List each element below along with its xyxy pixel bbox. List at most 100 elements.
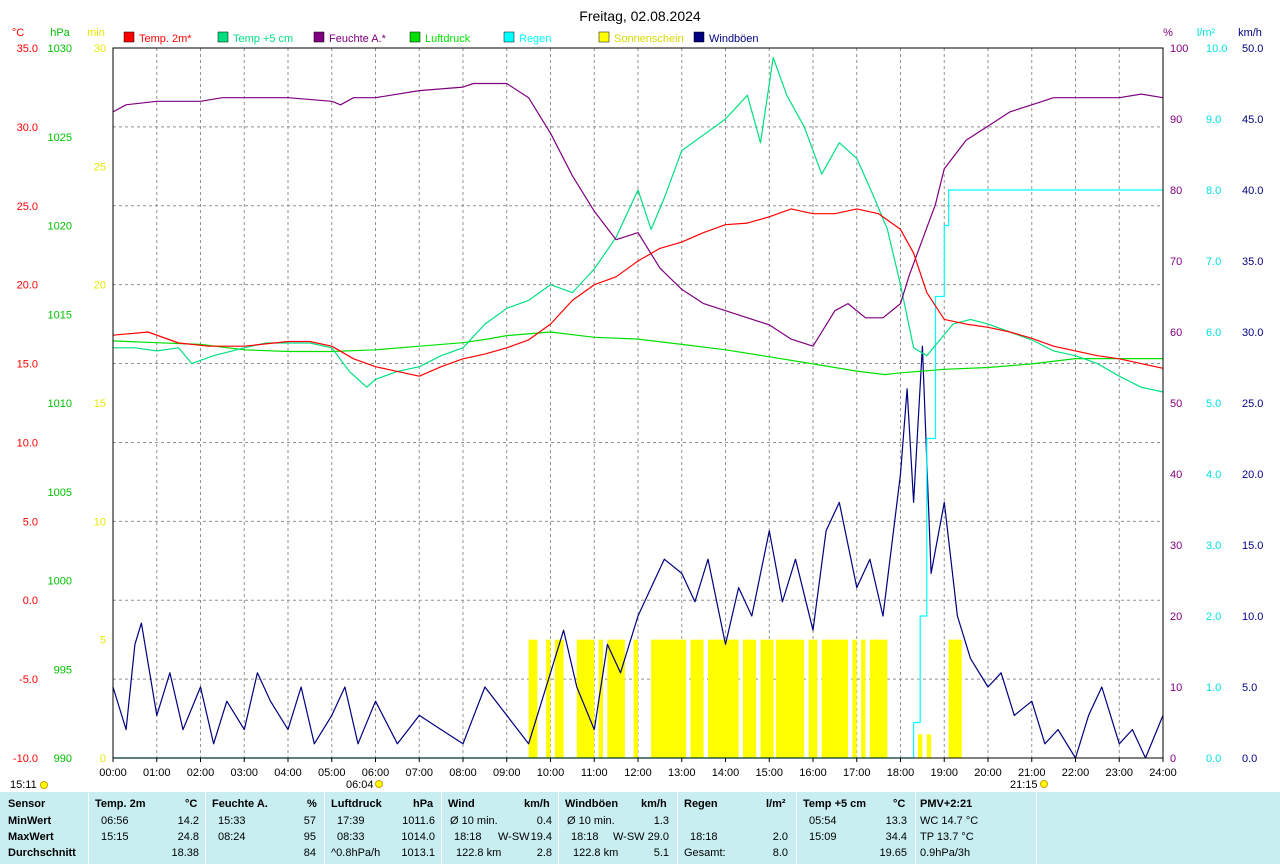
temp2m-max-value: 24.8 <box>177 831 199 843</box>
boeen-max-value: 29.0 <box>647 831 669 843</box>
x-tick-label: 21:00 <box>1018 767 1046 779</box>
tick-label-pressure: 1005 <box>48 487 72 499</box>
footer-col-pmv: PMV+2:21 WC 14.7 °C TP 13.7 °C 0.9hPa/3h <box>916 792 1036 864</box>
tick-label-sun: 30 <box>94 43 106 55</box>
boeen-max-direction: W-SW <box>613 831 645 843</box>
tick-label-humidity: 70 <box>1170 256 1182 268</box>
sunshine-bar <box>821 639 848 758</box>
luftdruck-min-value: 1011.6 <box>402 815 435 827</box>
tick-label-wind: 0.0 <box>1242 753 1257 765</box>
x-tick-label: 12:00 <box>624 767 652 779</box>
wind-max-direction: W-SW <box>498 831 530 843</box>
tick-label-wind: 40.0 <box>1242 185 1263 197</box>
feuchte-unit: % <box>307 798 317 810</box>
tick-label-temp: 35.0 <box>17 43 38 55</box>
sunshine-bar <box>926 734 932 758</box>
pmv-header: PMV+2:21 <box>920 798 973 810</box>
tick-label-pressure: 1020 <box>48 221 72 233</box>
boeen-distance: 122.8 km <box>573 847 619 859</box>
tick-label-temp: 5.0 <box>23 516 38 528</box>
row-label-avg: Durchschnitt <box>8 847 76 859</box>
sunshine-bar <box>775 639 805 758</box>
weather-chart: °C 35.0 30.0 25.0 20.0 15.0 10.0 5.0 0.0 -5.0 -10.… <box>10 8 1263 791</box>
wind-max-value: 19.4 <box>530 831 552 843</box>
luftdruck-unit: hPa <box>413 798 434 810</box>
luftdruck-trend: ^0.8hPa/h <box>331 847 381 859</box>
temp5-min-value: 13.3 <box>885 815 907 827</box>
footer-col-sensor: Sensor MinWert MaxWert Durchschnitt <box>0 792 88 864</box>
temp5-max-time: 15:09 <box>809 831 837 843</box>
wind-unit: km/h <box>524 798 550 810</box>
luftdruck-min-time: 17:39 <box>337 815 365 827</box>
regen-total-label: Gesamt: <box>684 847 726 859</box>
legend-swatch <box>503 31 515 43</box>
footer-col-luftdruck: Luftdruck hPa 17:39 1011.6 08:33 1014.0 … <box>325 792 441 864</box>
x-tick-label: 18:00 <box>887 767 915 779</box>
pmv-dewpoint: TP 13.7 °C <box>920 831 974 843</box>
legend-label: Sonnenschein <box>614 33 684 45</box>
legend-label: Regen <box>519 33 551 45</box>
x-tick-label: 02:00 <box>187 767 215 779</box>
wind-header: Wind <box>448 798 475 810</box>
legend-label: Feuchte A.* <box>329 33 387 45</box>
sunshine-bar <box>808 639 818 758</box>
sunshine-bar <box>708 639 739 758</box>
x-tick-label: 09:00 <box>493 767 521 779</box>
axis-unit-humidity: % <box>1163 27 1173 39</box>
tick-label-rain: 4.0 <box>1206 469 1221 481</box>
axis-unit-wind: km/h <box>1238 27 1262 39</box>
x-tick-label: 16:00 <box>799 767 827 779</box>
sun-icon <box>40 781 48 789</box>
boeen-max-time: 18:18 <box>571 831 599 843</box>
sunshine-bar <box>861 639 866 758</box>
tick-label-temp: -5.0 <box>19 674 38 686</box>
temp5-max-value: 34.4 <box>885 831 907 843</box>
tick-label-humidity: 50 <box>1170 398 1182 410</box>
x-tick-label: 03:00 <box>230 767 258 779</box>
regen-max-value: 2.0 <box>772 831 788 843</box>
legend-label: Temp +5 cm <box>233 33 293 45</box>
tick-label-rain: 7.0 <box>1206 256 1221 268</box>
legend-swatch <box>313 31 325 43</box>
boeen-avg-value: 1.3 <box>653 815 669 827</box>
tick-label-sun: 10 <box>94 516 106 528</box>
wind-avg-label: Ø 10 min. <box>450 815 498 827</box>
feuchte-header: Feuchte A. <box>212 798 268 810</box>
tick-label-sun: 15 <box>94 398 106 410</box>
legend-label: Luftdruck <box>425 33 471 45</box>
sensor-header: Sensor <box>8 798 46 810</box>
statistics-footer: Sensor MinWert MaxWert Durchschnitt Temp… <box>0 792 1280 864</box>
tick-label-humidity: 10 <box>1170 682 1182 694</box>
x-tick-label: 20:00 <box>974 767 1002 779</box>
legend-swatch <box>409 31 421 43</box>
x-tick-label: 15:00 <box>755 767 783 779</box>
footer-col-feuchte: Feuchte A. % 15:33 57 08:24 95 84 <box>206 792 324 864</box>
temp2m-min-value: 14.2 <box>177 815 199 827</box>
footer-col-temp2m: Temp. 2m °C 06:56 14.2 15:15 24.8 18.38 <box>89 792 205 864</box>
boeen-mean-value: 5.1 <box>653 847 669 859</box>
x-tick-label: 10:00 <box>537 767 565 779</box>
footer-col-boeen: Windböen km/h Ø 10 min. 1.3 18:18 W-SW 2… <box>559 792 677 864</box>
tick-label-rain: 9.0 <box>1206 114 1221 126</box>
tick-label-pressure: 990 <box>54 753 72 765</box>
tick-label-rain: 10.0 <box>1206 43 1227 55</box>
temp2m-min-time: 06:56 <box>101 815 129 827</box>
x-tick-label: 13:00 <box>668 767 696 779</box>
x-tick-label: 19:00 <box>930 767 958 779</box>
tick-label-temp: -10.0 <box>13 753 38 765</box>
boeen-avg-label: Ø 10 min. <box>567 815 615 827</box>
x-tick-label: 08:00 <box>449 767 477 779</box>
x-tick-label: 11:00 <box>581 767 608 779</box>
feuchte-avg-value: 84 <box>303 847 316 859</box>
tick-label-temp: 30.0 <box>17 122 38 134</box>
sunshine-bar <box>948 639 962 758</box>
tick-label-rain: 5.0 <box>1206 398 1221 410</box>
tick-label-wind: 10.0 <box>1242 611 1263 623</box>
sunshine-bar <box>743 639 757 758</box>
feuchte-max-time: 08:24 <box>218 831 246 843</box>
tick-label-pressure: 1000 <box>48 576 72 588</box>
sunshine-bar <box>576 639 595 758</box>
tick-label-pressure: 1015 <box>48 309 72 321</box>
sunshine-bar <box>918 734 923 758</box>
wind-max-time: 18:18 <box>454 831 482 843</box>
